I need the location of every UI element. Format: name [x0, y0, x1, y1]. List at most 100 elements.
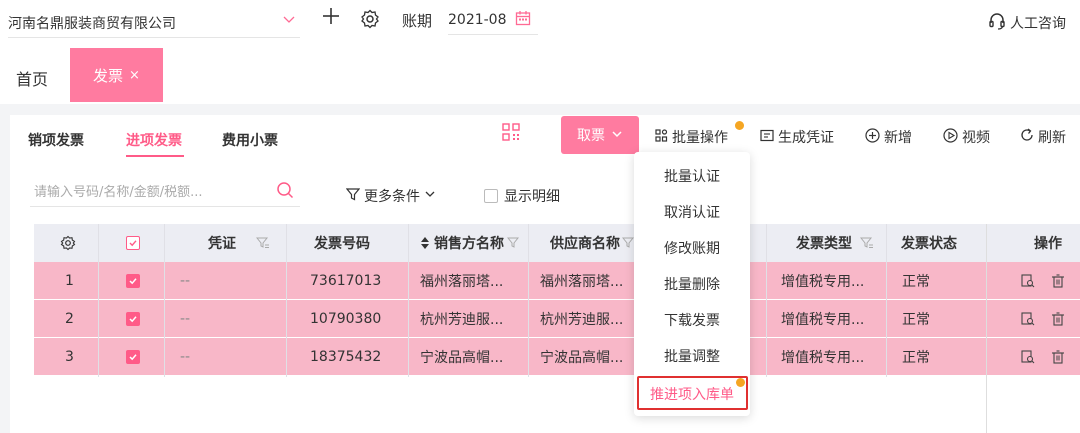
row-seller-name: 宁波品高帽... — [420, 350, 504, 366]
subtab-expense-receipt[interactable]: 费用小票 — [222, 130, 278, 150]
active-tab-indicator — [126, 155, 184, 157]
filter-icon[interactable] — [860, 224, 874, 262]
subtab-sales-invoice[interactable]: 销项发票 — [28, 130, 84, 150]
video-label: 视频 — [962, 130, 990, 146]
plus-icon[interactable] — [322, 7, 340, 31]
qr-code-icon[interactable] — [502, 123, 520, 145]
plus-circle-icon — [865, 127, 880, 147]
refresh-label: 刷新 — [1038, 130, 1066, 146]
period-label: 账期 — [402, 12, 433, 30]
chevron-down-icon — [611, 128, 623, 143]
filter-icon[interactable] — [256, 224, 270, 262]
fetch-label: 取票 — [577, 128, 605, 144]
filter-icon[interactable] — [507, 224, 519, 262]
period-value: 2021-08 — [448, 11, 507, 28]
headset-icon — [988, 12, 1010, 34]
view-detail-icon[interactable] — [1021, 338, 1035, 376]
column-invoice-status: 发票状态 — [901, 236, 957, 252]
delete-icon[interactable] — [1051, 262, 1065, 300]
chevron-down-icon — [424, 188, 436, 204]
video-button[interactable]: 视频 — [943, 127, 990, 147]
row-voucher: -- — [180, 349, 191, 365]
table-row[interactable]: 3 -- 18375432 宁波品高帽... 宁波品高帽... 增值税专用...… — [34, 338, 1080, 376]
menu-item-batch-verify[interactable]: 批量认证 — [634, 166, 750, 186]
refresh-icon — [1020, 128, 1034, 146]
column-divider — [286, 224, 287, 377]
column-divider — [886, 224, 887, 377]
service-consult-button[interactable]: 人工咨询 — [988, 12, 1066, 34]
row-checkbox[interactable] — [126, 300, 140, 338]
top-bar: 河南名鼎服装商贸有限公司 账期 2021-08 人工咨询 — [0, 0, 1080, 46]
add-button[interactable]: 新增 — [865, 127, 912, 147]
row-index: 2 — [65, 311, 74, 327]
filter-icon[interactable] — [622, 224, 634, 262]
row-checkbox[interactable] — [126, 262, 140, 300]
row-checkbox[interactable] — [126, 338, 140, 376]
batch-operation-menu: 批量认证 取消认证 修改账期 批量删除 下载发票 批量调整 推进项入库单 — [634, 152, 750, 416]
menu-item-download-invoice[interactable]: 下载发票 — [634, 310, 750, 330]
filter-icon — [345, 187, 361, 205]
column-settings-icon[interactable] — [60, 224, 76, 262]
menu-item-push-to-stock-in[interactable]: 推进项入库单 — [634, 384, 750, 404]
play-circle-icon — [943, 127, 958, 147]
page-tabs: 首页 发票 × — [0, 48, 1080, 102]
add-label: 新增 — [884, 130, 912, 146]
tab-invoice[interactable]: 发票 × — [70, 48, 163, 102]
search-input[interactable]: 请输入号码/名称/金额/税额... — [30, 175, 300, 207]
voucher-label: 生成凭证 — [778, 130, 834, 146]
tab-invoice-label: 发票 — [93, 66, 124, 85]
table-row[interactable]: 2 -- 10790380 杭州芳迪服... 杭州芳迪服... 增值税专用...… — [34, 300, 1080, 338]
subtab-purchase-invoice[interactable]: 进项发票 — [126, 130, 182, 150]
row-seller-name: 杭州芳迪服... — [420, 312, 504, 328]
menu-item-batch-delete[interactable]: 批量删除 — [634, 274, 750, 294]
column-supplier-name: 供应商名称 — [550, 236, 620, 252]
row-supplier-name: 福州落丽塔... — [540, 274, 624, 290]
search-icon[interactable] — [276, 181, 294, 203]
delete-icon[interactable] — [1051, 300, 1065, 338]
row-index: 3 — [65, 349, 74, 365]
column-divider — [766, 224, 767, 377]
menu-item-batch-adjust[interactable]: 批量调整 — [634, 346, 750, 366]
menu-item-cancel-verify[interactable]: 取消认证 — [634, 202, 750, 222]
batch-operation-button[interactable]: 批量操作 — [655, 127, 728, 147]
company-selector[interactable]: 河南名鼎服装商贸有限公司 — [8, 8, 300, 38]
close-icon[interactable]: × — [129, 68, 140, 83]
row-invoice-status: 正常 — [902, 274, 930, 290]
row-invoice-type: 增值税专用... — [781, 274, 865, 290]
view-detail-icon[interactable] — [1021, 300, 1035, 338]
table-header: 凭证 发票号码 销售方名称 供应商名称 发票类型 发票状态 操作 — [34, 224, 1080, 262]
more-conditions-button[interactable]: 更多条件 — [345, 186, 436, 206]
company-name: 河南名鼎服装商贸有限公司 — [8, 15, 176, 32]
row-supplier-name: 杭州芳迪服... — [540, 312, 624, 328]
column-invoice-number: 发票号码 — [314, 236, 370, 252]
row-invoice-type: 增值税专用... — [781, 350, 865, 366]
row-seller-name: 福州落丽塔... — [420, 274, 504, 290]
fetch-invoice-button[interactable]: 取票 — [561, 116, 639, 154]
voucher-icon — [760, 129, 774, 146]
row-invoice-number: 10790380 — [310, 311, 382, 327]
select-all-checkbox[interactable] — [126, 224, 140, 262]
period-picker[interactable]: 2021-08 — [448, 5, 538, 35]
refresh-button[interactable]: 刷新 — [1020, 127, 1066, 147]
service-label: 人工咨询 — [1010, 16, 1066, 32]
row-invoice-number: 18375432 — [310, 349, 382, 365]
menu-item-modify-period[interactable]: 修改账期 — [634, 238, 750, 258]
delete-icon[interactable] — [1051, 338, 1065, 376]
sort-icon[interactable] — [420, 224, 430, 262]
checkbox[interactable] — [484, 189, 498, 203]
column-divider — [408, 224, 409, 377]
view-detail-icon[interactable] — [1021, 262, 1035, 300]
row-invoice-status: 正常 — [902, 312, 930, 328]
row-voucher: -- — [180, 311, 191, 327]
show-detail-label: 显示明细 — [504, 189, 560, 205]
show-detail-checkbox[interactable]: 显示明细 — [484, 186, 560, 206]
tab-home[interactable]: 首页 — [16, 66, 48, 90]
column-voucher: 凭证 — [208, 236, 236, 252]
table-row[interactable]: 1 -- 73617013 福州落丽塔... 福州落丽塔... 增值税专用...… — [34, 262, 1080, 300]
column-operations: 操作 — [1034, 236, 1062, 252]
row-invoice-type: 增值税专用... — [781, 312, 865, 328]
gear-icon[interactable] — [360, 9, 380, 33]
notification-dot — [735, 121, 744, 130]
generate-voucher-button[interactable]: 生成凭证 — [760, 127, 834, 147]
column-invoice-type: 发票类型 — [796, 236, 852, 252]
